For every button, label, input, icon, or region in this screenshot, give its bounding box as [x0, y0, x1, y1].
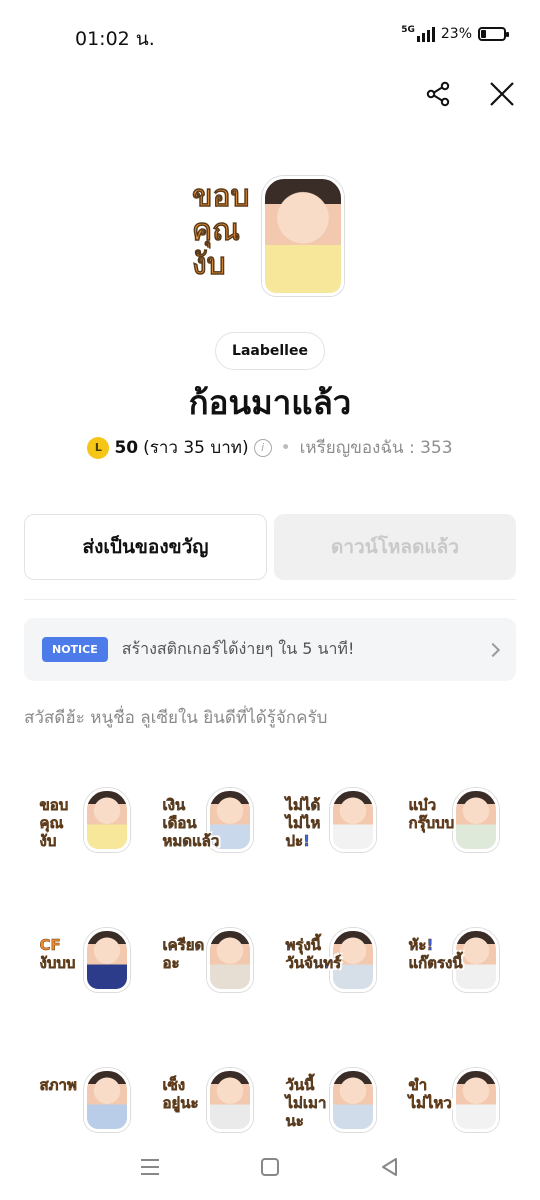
back-button[interactable] — [375, 1152, 405, 1182]
sticker-item[interactable]: เครียด อะ — [147, 892, 270, 1032]
notice-text: สร้างสติกเกอร์ได้ง่ายๆ ใน 5 นาที! — [121, 639, 355, 658]
close-button[interactable] — [486, 78, 518, 110]
sticker-grid: ขอบ คุณ งับ เงิน เดือน หมดแล้ว ไม่ได้ ไม่ไ… — [24, 752, 516, 1172]
sticker-image: พรุ่งนี้ วันจันทร์ — [284, 922, 380, 1002]
price-note: (ราว 35 บาท) — [143, 438, 249, 458]
sticker-image: สภาพ — [38, 1062, 134, 1142]
notice-badge: NOTICE — [42, 637, 108, 662]
sticker-image: เซ็ง อยู่นะ — [161, 1062, 257, 1142]
menu-icon — [141, 1159, 159, 1175]
sticker-image: ขำ ไม่ไหว — [407, 1062, 503, 1142]
home-button[interactable] — [255, 1152, 285, 1182]
sticker-caption: ไม่ได้ ไม่ไห ปะ! — [285, 796, 321, 851]
share-icon — [426, 81, 450, 107]
sticker-caption: เซ็ง อยู่นะ — [162, 1076, 199, 1113]
status-bar: 01:02 น. 5G 23% — [0, 0, 540, 70]
sticker-image: CF งับบบ — [38, 922, 134, 1002]
sticker-caption: วันนี้ ไม่เมา นะ — [285, 1076, 327, 1131]
sticker-caption: พรุ่งนี้ วันจันทร์ — [285, 936, 342, 973]
gift-button[interactable]: ส่งเป็นของขวัญ — [24, 514, 267, 580]
sticker-image: เงิน เดือน หมดแล้ว — [161, 782, 257, 862]
signal-icon: 5G — [401, 26, 435, 42]
sticker-image: เครียด อะ — [161, 922, 257, 1002]
sticker-item[interactable]: CF งับบบ — [24, 892, 147, 1032]
network-type: 5G — [401, 25, 415, 35]
recent-apps-button[interactable] — [135, 1152, 165, 1182]
system-nav-bar — [0, 1134, 540, 1200]
back-triangle-icon — [382, 1158, 397, 1176]
sticker-image: ขอบ คุณ งับ — [38, 782, 134, 862]
sticker-caption: ขอบ คุณ งับ — [39, 796, 69, 851]
top-actions — [422, 78, 518, 110]
downloaded-button: ดาวน์โหลดแล้ว — [274, 514, 516, 580]
sticker-item[interactable]: เงิน เดือน หมดแล้ว — [147, 752, 270, 892]
sticker-image: หัะ! แก๊ตรงนี้ — [407, 922, 503, 1002]
sticker-caption: สภาพ — [39, 1076, 77, 1095]
sticker-item[interactable]: พรุ่งนี้ วันจันทร์ — [270, 892, 393, 1032]
my-coins: เหรียญของฉัน : 353 — [299, 438, 453, 458]
home-square-icon — [261, 1158, 279, 1176]
separator-dot: • — [280, 437, 291, 458]
status-time: 01:02 น. — [75, 28, 155, 50]
divider — [24, 599, 516, 600]
main-sticker-caption: ขอบ คุณ งับ — [192, 179, 250, 282]
sticker-image: วันนี้ ไม่เมา นะ — [284, 1062, 380, 1142]
info-icon[interactable]: i — [253, 438, 272, 457]
sticker-caption: หัะ! แก๊ตรงนี้ — [408, 936, 463, 973]
sticker-item[interactable]: แบ๋ว กรุ๊บบบ — [393, 752, 516, 892]
line-coin-icon: L — [87, 436, 110, 459]
pack-description: สวัสดีฮ้ะ หนูชื่อ ลูเซียใน ยินดีที่ได้รู… — [24, 708, 328, 728]
notice-banner[interactable]: NOTICE สร้างสติกเกอร์ได้ง่ายๆ ใน 5 นาที! — [24, 618, 516, 681]
sticker-caption: CF งับบบ — [39, 936, 76, 973]
share-button[interactable] — [422, 78, 454, 110]
sticker-item[interactable]: ขอบ คุณ งับ — [24, 752, 147, 892]
sticker-caption: แบ๋ว กรุ๊บบบ — [408, 796, 455, 833]
main-sticker-image: ขอบ คุณ งับ — [190, 172, 350, 302]
sticker-caption: เครียด อะ — [162, 936, 205, 973]
close-icon — [490, 82, 514, 106]
price-row: L 50 (ราว 35 บาท) i • เหรียญของฉัน : 353 — [0, 434, 540, 461]
battery-fill — [481, 30, 487, 38]
sticker-caption: เงิน เดือน หมดแล้ว — [162, 796, 220, 851]
sticker-image: ไม่ได้ ไม่ไห ปะ! — [284, 782, 380, 862]
chevron-right-icon — [485, 642, 501, 657]
status-indicators: 5G 23% — [401, 26, 509, 42]
battery-percent: 23% — [440, 26, 472, 42]
battery-icon — [478, 27, 509, 41]
sticker-caption: ขำ ไม่ไหว — [408, 1076, 452, 1113]
page-title: ก้อนมาแล้ว — [188, 383, 352, 422]
price-value: 50 — [114, 437, 139, 458]
sticker-item[interactable]: หัะ! แก๊ตรงนี้ — [393, 892, 516, 1032]
sticker-item[interactable]: ไม่ได้ ไม่ไห ปะ! — [270, 752, 393, 892]
sticker-image: แบ๋ว กรุ๊บบบ — [407, 782, 503, 862]
author-link[interactable]: Laabellee — [215, 332, 325, 370]
